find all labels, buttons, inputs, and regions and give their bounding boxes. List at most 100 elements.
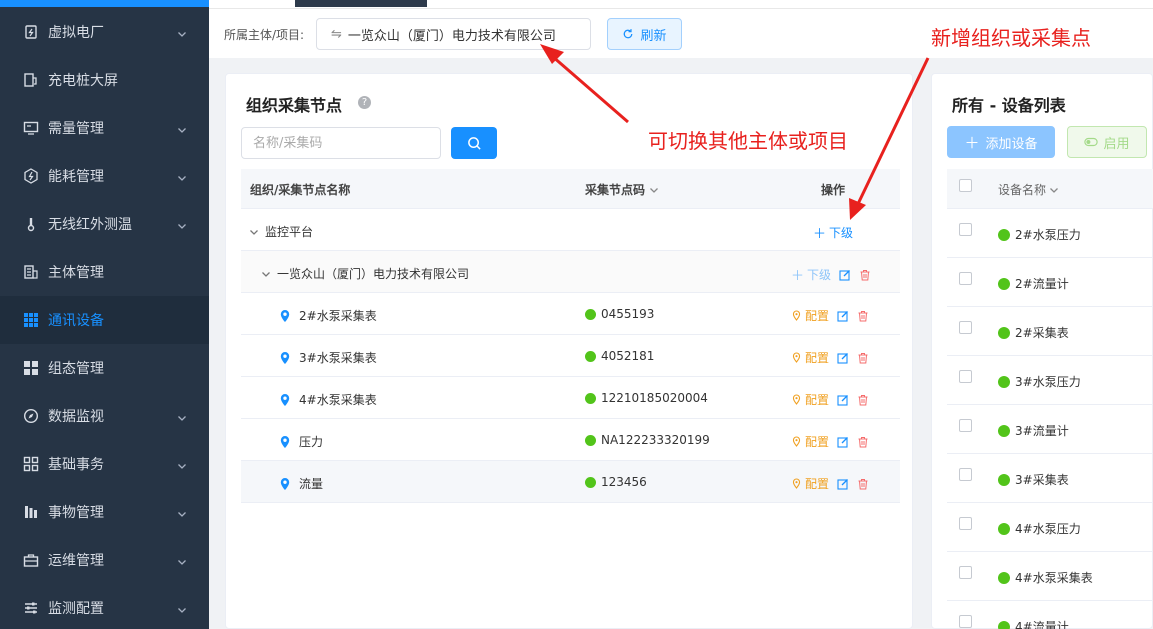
row-checkbox[interactable] xyxy=(959,468,972,481)
row-checkbox[interactable] xyxy=(959,615,972,628)
node-row[interactable]: 流量 123456 配置 xyxy=(241,461,900,503)
add-child-button[interactable]: ＋下级 xyxy=(813,223,853,242)
sidebar-item-label: 组态管理 xyxy=(48,361,104,377)
edit-icon[interactable] xyxy=(837,436,849,448)
org-row[interactable]: 一览众山（厦门）电力技术有限公司 ＋下级 xyxy=(241,251,900,293)
device-name-header[interactable]: 设备名称 xyxy=(998,181,1059,198)
chevron-down-icon[interactable] xyxy=(249,227,259,237)
node-row[interactable]: 3#水泵采集表 4052181 配置 xyxy=(241,335,900,377)
config-button[interactable]: 配置 xyxy=(792,433,829,450)
sidebar-item[interactable]: 能耗管理 xyxy=(0,152,209,200)
chevron-down-icon xyxy=(177,171,187,181)
refresh-button[interactable]: 刷新 xyxy=(607,18,682,50)
apps-icon xyxy=(22,359,40,377)
delete-icon[interactable] xyxy=(859,269,871,281)
edit-icon[interactable] xyxy=(837,394,849,406)
sidebar-item[interactable]: 充电桩大屏 xyxy=(0,56,209,104)
col-ops-header: 操作 xyxy=(821,183,846,197)
row-checkbox[interactable] xyxy=(959,419,972,432)
device-name-text: 4#流量计 xyxy=(1015,620,1069,629)
select-all-checkbox[interactable] xyxy=(959,179,972,192)
row-checkbox[interactable] xyxy=(959,566,972,579)
device-row[interactable]: 4#水泵压力 xyxy=(947,503,1153,552)
edit-icon[interactable] xyxy=(837,352,849,364)
sidebar-item[interactable]: 需量管理 xyxy=(0,104,209,152)
device-row[interactable]: 2#水泵压力 xyxy=(947,209,1153,258)
sidebar-item[interactable]: 通讯设备 xyxy=(0,296,209,344)
sidebar-item-label: 基础事务 xyxy=(48,457,104,473)
delete-icon[interactable] xyxy=(857,478,869,490)
sidebar-item[interactable]: 运维管理 xyxy=(0,536,209,584)
device-name-text: 3#水泵压力 xyxy=(1015,375,1081,389)
delete-icon[interactable] xyxy=(857,310,869,322)
device-row[interactable]: 3#流量计 xyxy=(947,405,1153,454)
device-name-text: 4#水泵压力 xyxy=(1015,522,1081,536)
status-dot xyxy=(998,473,1010,486)
node-code-text: 0455193 xyxy=(601,307,655,321)
config-button[interactable]: 配置 xyxy=(792,349,829,366)
config-pin-icon xyxy=(792,310,801,321)
row-checkbox[interactable] xyxy=(959,272,972,285)
sidebar-item[interactable]: 监测配置 xyxy=(0,584,209,629)
node-row[interactable]: 2#水泵采集表 0455193 配置 xyxy=(241,293,900,335)
panel-title: 组织采集节点 xyxy=(246,96,343,115)
delete-icon[interactable] xyxy=(857,352,869,364)
device-name-text: 3#流量计 xyxy=(1015,424,1069,438)
row-checkbox[interactable] xyxy=(959,370,972,383)
delete-icon[interactable] xyxy=(857,436,869,448)
org-row[interactable]: 监控平台 ＋下级 xyxy=(241,209,900,251)
config-button[interactable]: 配置 xyxy=(792,391,829,408)
col-code-label: 采集节点码 xyxy=(585,183,646,197)
delete-icon[interactable] xyxy=(857,394,869,406)
enable-button[interactable]: 启用 xyxy=(1067,126,1147,158)
add-child-button[interactable]: ＋下级 xyxy=(791,265,831,284)
sidebar-item[interactable]: 事物管理 xyxy=(0,488,209,536)
org-selector[interactable]: ⇋ 一览众山（厦门）电力技术有限公司 xyxy=(316,18,591,50)
device-row[interactable]: 2#采集表 xyxy=(947,307,1153,356)
edit-icon[interactable] xyxy=(837,310,849,322)
chevron-down-icon xyxy=(1050,188,1058,193)
device-name-text: 4#水泵采集表 xyxy=(1015,571,1093,585)
config-button[interactable]: 配置 xyxy=(792,475,829,492)
sidebar-item-label: 通讯设备 xyxy=(48,313,104,329)
edit-icon[interactable] xyxy=(837,478,849,490)
device-row[interactable]: 4#水泵采集表 xyxy=(947,552,1153,601)
add-child-label: 下级 xyxy=(807,268,832,282)
status-dot xyxy=(998,620,1010,629)
device-name: 4#流量计 xyxy=(998,618,1069,629)
device-row[interactable]: 3#采集表 xyxy=(947,454,1153,503)
help-icon[interactable]: ? xyxy=(358,96,371,109)
col-code-header[interactable]: 采集节点码 xyxy=(585,181,659,198)
sidebar-item[interactable]: 组态管理 xyxy=(0,344,209,392)
device-name: 3#水泵压力 xyxy=(998,373,1081,390)
sidebar-item[interactable]: 无线红外测温 xyxy=(0,200,209,248)
row-checkbox[interactable] xyxy=(959,517,972,530)
chevron-down-icon xyxy=(177,459,187,469)
sidebar-item[interactable]: 虚拟电厂 xyxy=(0,8,209,56)
device-row[interactable]: 2#流量计 xyxy=(947,258,1153,307)
search-button[interactable] xyxy=(451,127,497,159)
plus-icon: ＋ xyxy=(791,269,805,284)
row-name-text: 4#水泵采集表 xyxy=(299,393,377,407)
node-row[interactable]: 4#水泵采集表 12210185020004 配置 xyxy=(241,377,900,419)
sidebar-item-label: 运维管理 xyxy=(48,553,104,569)
chevron-down-icon[interactable] xyxy=(261,269,271,279)
edit-icon[interactable] xyxy=(839,269,851,281)
device-row[interactable]: 3#水泵压力 xyxy=(947,356,1153,405)
config-button[interactable]: 配置 xyxy=(792,307,829,324)
device-name: 4#水泵压力 xyxy=(998,520,1081,537)
device-panel-title: 所有 - 设备列表 xyxy=(952,96,1066,115)
node-code-text: 123456 xyxy=(601,475,647,489)
node-row[interactable]: 压力 NA122233320199 配置 xyxy=(241,419,900,461)
sidebar-item[interactable]: 主体管理 xyxy=(0,248,209,296)
device-row[interactable]: 4#流量计 xyxy=(947,601,1153,629)
row-checkbox[interactable] xyxy=(959,223,972,236)
tab-active[interactable] xyxy=(295,0,427,7)
sidebar-item[interactable]: 基础事务 xyxy=(0,440,209,488)
status-dot xyxy=(585,476,596,488)
node-code-text: NA122233320199 xyxy=(601,433,710,447)
search-input[interactable] xyxy=(241,127,441,159)
sidebar-item[interactable]: 数据监视 xyxy=(0,392,209,440)
add-device-button[interactable]: ＋ 添加设备 xyxy=(947,126,1055,158)
row-checkbox[interactable] xyxy=(959,321,972,334)
